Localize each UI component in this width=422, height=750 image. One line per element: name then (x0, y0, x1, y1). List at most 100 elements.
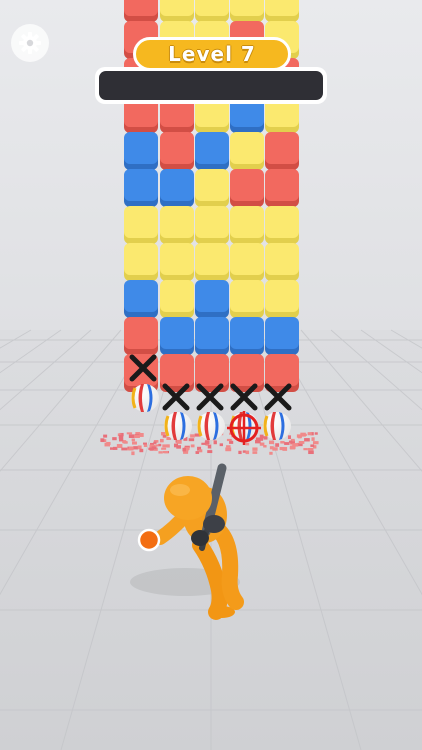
debris-piece (109, 447, 115, 450)
debris-piece (155, 444, 159, 447)
debris-piece (188, 438, 195, 442)
debris-piece (121, 447, 128, 451)
tower-block (160, 280, 194, 318)
debris-piece (198, 449, 203, 453)
game-scene[interactable] (0, 0, 422, 750)
debris-piece (287, 435, 291, 440)
tower-block (160, 132, 194, 170)
level-badge: Level 7 (133, 37, 291, 71)
tower-block (230, 132, 264, 170)
debris-piece (303, 448, 308, 451)
debris-piece (269, 451, 273, 455)
debris-piece (122, 441, 128, 444)
debris-piece (307, 432, 312, 436)
tower-block (265, 0, 299, 22)
debris-piece (225, 447, 232, 452)
tower-block (124, 280, 158, 318)
debris-piece (131, 438, 135, 442)
debris-piece (133, 446, 139, 450)
debris-piece (158, 451, 163, 454)
level-progress-bar (95, 67, 327, 104)
debris-piece (131, 441, 137, 445)
debris-piece (112, 437, 117, 441)
debris-piece (143, 442, 147, 445)
debris-piece (205, 440, 210, 445)
debris-piece (128, 446, 134, 451)
tower-block (265, 206, 299, 244)
debris-piece (219, 443, 224, 447)
debris-piece (275, 443, 280, 447)
tower-block (124, 243, 158, 281)
tower-block (230, 0, 264, 22)
tower-block (265, 280, 299, 318)
beach-ball (164, 412, 192, 440)
beach-ball (197, 412, 225, 440)
debris-piece (166, 444, 170, 448)
debris-piece (279, 446, 285, 451)
debris-piece (284, 442, 290, 445)
tower-block (195, 280, 229, 318)
tower-block (124, 317, 158, 355)
debris-piece (207, 444, 212, 449)
beach-ball (131, 384, 159, 412)
tower-block (160, 317, 194, 355)
debris-piece (158, 443, 162, 447)
debris-piece (190, 444, 195, 448)
debris-piece (314, 432, 318, 435)
tower-block (195, 132, 229, 170)
debris-piece (100, 438, 105, 442)
debris-piece (312, 441, 319, 445)
tower-block (230, 169, 264, 207)
tower-block (124, 206, 158, 244)
debris-piece (310, 444, 315, 447)
tower-block (160, 206, 194, 244)
tower-block (265, 317, 299, 355)
debris-piece (106, 441, 111, 446)
settings-button[interactable] (11, 24, 49, 62)
debris-piece (131, 451, 135, 456)
debris-piece (296, 434, 303, 438)
debris-piece (139, 448, 144, 453)
debris-piece (207, 450, 213, 454)
tower-block (124, 132, 158, 170)
debris-piece (304, 438, 310, 442)
debris-piece (290, 445, 296, 450)
debris-piece (128, 434, 135, 439)
debris-piece (120, 434, 124, 439)
debris-piece (252, 451, 258, 454)
debris-piece (143, 444, 148, 448)
tower-block (124, 0, 158, 22)
debris-piece (252, 447, 258, 451)
tower-block (195, 0, 229, 22)
tower-block (265, 169, 299, 207)
debris-piece (116, 444, 123, 448)
debris-piece (162, 444, 167, 448)
tower-block (265, 132, 299, 170)
debris-piece (173, 443, 178, 448)
debris-piece (134, 434, 140, 439)
debris-piece (280, 441, 285, 444)
beach-ball (263, 412, 291, 440)
debris-piece (307, 447, 314, 451)
debris-piece (263, 436, 268, 440)
orange-ball-icon (137, 528, 161, 552)
debris-piece (195, 451, 200, 454)
debris-piece (135, 432, 141, 435)
debris-piece (182, 447, 186, 452)
debris-piece (162, 435, 167, 438)
debris-piece (298, 440, 305, 444)
tower-block (195, 317, 229, 355)
tower-block (265, 243, 299, 281)
debris-piece (226, 438, 232, 442)
tower-block (195, 169, 229, 207)
debris-piece (159, 438, 164, 443)
debris-piece (153, 441, 157, 444)
debris-piece (118, 438, 124, 442)
debris-piece (229, 440, 234, 444)
debris-piece (288, 440, 293, 443)
tower-block (230, 243, 264, 281)
debris-piece (161, 447, 167, 450)
debris-piece (190, 434, 195, 438)
debris-piece (245, 450, 250, 455)
tower-block (124, 169, 158, 207)
